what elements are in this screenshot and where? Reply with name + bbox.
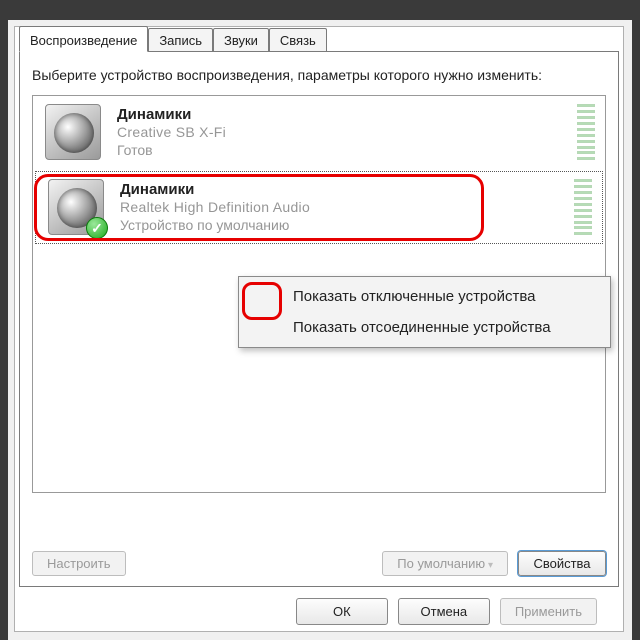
cancel-button[interactable]: Отмена bbox=[398, 598, 490, 625]
annotation-highlight bbox=[242, 282, 282, 320]
speaker-icon bbox=[45, 104, 101, 160]
device-status: Устройство по умолчанию bbox=[120, 217, 568, 235]
device-info: Динамики Creative SB X-Fi Готов bbox=[117, 106, 571, 160]
menu-show-disabled[interactable]: Показать отключенные устройства bbox=[241, 281, 608, 312]
apply-button: Применить bbox=[500, 598, 597, 625]
device-title: Динамики bbox=[117, 106, 571, 125]
device-subtitle: Creative SB X-Fi bbox=[117, 124, 571, 142]
device-title: Динамики bbox=[120, 181, 568, 200]
device-status: Готов bbox=[117, 142, 571, 160]
level-meter-icon bbox=[577, 104, 595, 160]
speaker-icon: ✓ bbox=[48, 179, 104, 235]
tab-playback[interactable]: Воспроизведение bbox=[19, 26, 148, 52]
device-row[interactable]: ✓ Динамики Realtek High Definition Audio… bbox=[35, 171, 603, 244]
tab-strip: Воспроизведение Запись Звуки Связь bbox=[19, 26, 327, 52]
device-subtitle: Realtek High Definition Audio bbox=[120, 199, 568, 217]
set-default-button: По умолчанию bbox=[382, 551, 508, 576]
device-row[interactable]: Динамики Creative SB X-Fi Готов bbox=[33, 96, 605, 169]
device-info: Динамики Realtek High Definition Audio У… bbox=[120, 181, 568, 235]
menu-show-disconnected[interactable]: Показать отсоединенные устройства bbox=[241, 312, 608, 343]
level-meter-icon bbox=[574, 179, 592, 235]
context-menu: Показать отключенные устройства Показать… bbox=[238, 276, 611, 348]
device-list[interactable]: Динамики Creative SB X-Fi Готов ✓ Динами bbox=[32, 95, 606, 493]
context-menu-icon-gutter bbox=[242, 280, 282, 344]
dialog-button-row: ОК Отмена Применить bbox=[33, 591, 605, 631]
tab-page-playback: Выберите устройство воспроизведения, пар… bbox=[19, 51, 619, 587]
instruction-text: Выберите устройство воспроизведения, пар… bbox=[32, 66, 606, 85]
properties-button[interactable]: Свойства bbox=[518, 551, 606, 576]
configure-button: Настроить bbox=[32, 551, 126, 576]
sound-dialog: Воспроизведение Запись Звуки Связь Выбер… bbox=[14, 26, 624, 632]
tab-button-row: Настроить По умолчанию Свойства bbox=[32, 551, 606, 576]
ok-button[interactable]: ОК bbox=[296, 598, 388, 625]
default-check-icon: ✓ bbox=[86, 217, 108, 239]
